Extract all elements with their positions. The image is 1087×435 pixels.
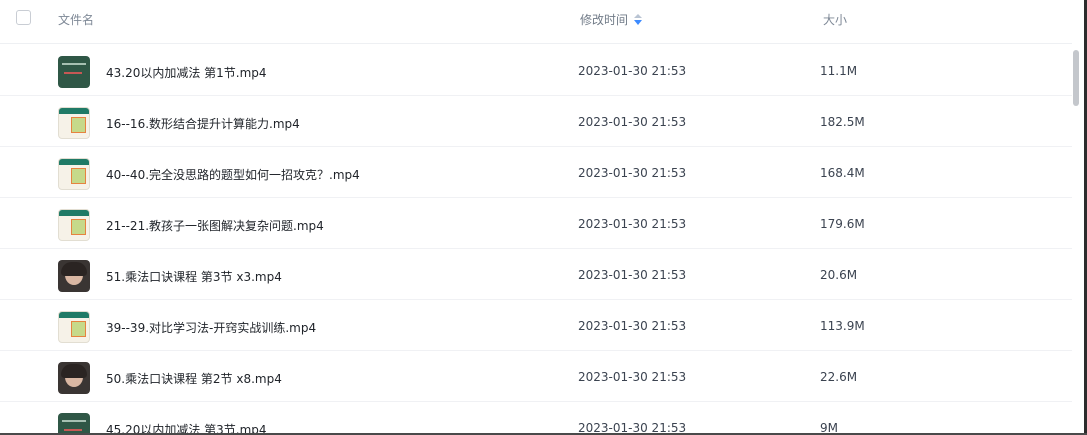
file-list-header: 文件名 修改时间 大小 bbox=[0, 0, 1072, 44]
file-size: 168.4M bbox=[820, 166, 865, 180]
video-thumbnail[interactable] bbox=[58, 362, 90, 394]
column-header-size[interactable]: 大小 bbox=[823, 11, 847, 28]
file-modified-time: 2023-01-30 21:53 bbox=[578, 64, 687, 78]
file-modified-time: 2023-01-30 21:53 bbox=[578, 166, 687, 180]
vertical-scrollbar[interactable] bbox=[1072, 44, 1081, 435]
file-row[interactable]: 50.乘法口诀课程 第2节 x8.mp4 2023-01-30 21:53 22.6… bbox=[0, 351, 1072, 402]
column-header-name[interactable]: 文件名 bbox=[58, 11, 94, 28]
file-name[interactable]: 50.乘法口诀课程 第2节 x8.mp4 bbox=[106, 370, 282, 387]
column-header-modified-time[interactable]: 修改时间 bbox=[580, 11, 643, 28]
column-header-modified-time-label: 修改时间 bbox=[580, 13, 629, 27]
file-modified-time: 2023-01-30 21:53 bbox=[578, 319, 687, 333]
file-name[interactable]: 39--39.对比学习法-开窍实战训练.mp4 bbox=[106, 319, 316, 336]
video-thumbnail[interactable] bbox=[58, 107, 90, 139]
select-all-checkbox[interactable] bbox=[16, 10, 31, 25]
video-thumbnail[interactable] bbox=[58, 209, 90, 241]
sort-descending-icon[interactable] bbox=[634, 14, 643, 26]
file-size: 179.6M bbox=[820, 217, 865, 231]
file-size: 11.1M bbox=[820, 64, 858, 78]
file-modified-time: 2023-01-30 21:53 bbox=[578, 268, 687, 282]
video-thumbnail[interactable] bbox=[58, 260, 90, 292]
file-modified-time: 2023-01-30 21:53 bbox=[578, 370, 687, 384]
file-name[interactable]: 21--21.教孩子一张图解决复杂问题.mp4 bbox=[106, 217, 324, 234]
file-list: 43.20以内加减法 第1节.mp4 2023-01-30 21:53 11.1M 1… bbox=[0, 45, 1072, 435]
file-name[interactable]: 40--40.完全没思路的题型如何一招攻克？.mp4 bbox=[106, 166, 360, 183]
video-thumbnail[interactable] bbox=[58, 413, 90, 435]
file-size: 182.5M bbox=[820, 115, 865, 129]
file-modified-time: 2023-01-30 21:53 bbox=[578, 115, 687, 129]
scrollbar-thumb[interactable] bbox=[1073, 50, 1079, 106]
file-row[interactable]: 21--21.教孩子一张图解决复杂问题.mp4 2023-01-30 21:53 1… bbox=[0, 198, 1072, 249]
file-row[interactable]: 45.20以内加减法 第3节.mp4 2023-01-30 21:53 9M bbox=[0, 402, 1072, 435]
file-row[interactable]: 39--39.对比学习法-开窍实战训练.mp4 2023-01-30 21:53 1… bbox=[0, 300, 1072, 351]
video-thumbnail[interactable] bbox=[58, 158, 90, 190]
video-thumbnail[interactable] bbox=[58, 311, 90, 343]
file-size: 113.9M bbox=[820, 319, 865, 333]
file-name[interactable]: 43.20以内加减法 第1节.mp4 bbox=[106, 64, 267, 81]
file-row[interactable]: 51.乘法口诀课程 第3节 x3.mp4 2023-01-30 21:53 20.6… bbox=[0, 249, 1072, 300]
file-row[interactable]: 16--16.数形结合提升计算能力.mp4 2023-01-30 21:53 182… bbox=[0, 96, 1072, 147]
video-thumbnail[interactable] bbox=[58, 56, 90, 88]
file-name[interactable]: 51.乘法口诀课程 第3节 x3.mp4 bbox=[106, 268, 282, 285]
file-row[interactable]: 40--40.完全没思路的题型如何一招攻克？.mp4 2023-01-30 21:… bbox=[0, 147, 1072, 198]
file-modified-time: 2023-01-30 21:53 bbox=[578, 217, 687, 231]
file-row[interactable]: 43.20以内加减法 第1节.mp4 2023-01-30 21:53 11.1M bbox=[0, 45, 1072, 96]
file-name[interactable]: 16--16.数形结合提升计算能力.mp4 bbox=[106, 115, 300, 132]
file-size: 20.6M bbox=[820, 268, 858, 282]
file-size: 22.6M bbox=[820, 370, 858, 384]
